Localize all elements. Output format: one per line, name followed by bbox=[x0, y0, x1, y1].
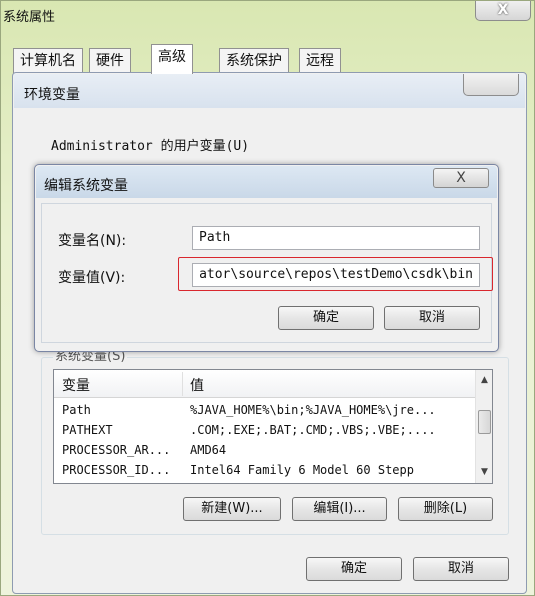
edit-variable-label: 编辑(I)... bbox=[313, 501, 366, 516]
row-value: .COM;.EXE;.BAT;.CMD;.VBS;.VBE;.... bbox=[190, 423, 436, 437]
table-row[interactable]: PATHEXT .COM;.EXE;.BAT;.CMD;.VBS;.VBE;..… bbox=[54, 420, 475, 440]
tab-system-protection[interactable]: 系统保护 bbox=[219, 48, 289, 73]
system-variables-list[interactable]: 变量 值 Path %JAVA_HOME%\bin;%JAVA_HOME%\jr… bbox=[53, 369, 493, 484]
edit-dialog-titlebar: 编辑系统变量 X bbox=[36, 166, 497, 198]
delete-variable-button[interactable]: 删除(L) bbox=[398, 497, 493, 521]
tab-advanced[interactable]: 高级 bbox=[151, 44, 193, 74]
table-row[interactable]: PROCESSOR_ID... Intel64 Family 6 Model 6… bbox=[54, 460, 475, 480]
delete-variable-label: 删除(L) bbox=[423, 501, 468, 516]
env-cancel-button[interactable]: 取消 bbox=[413, 557, 509, 581]
edit-cancel-button[interactable]: 取消 bbox=[384, 306, 480, 330]
row-value: %JAVA_HOME%\bin;%JAVA_HOME%\jre... bbox=[190, 403, 436, 417]
column-header-value[interactable]: 值 bbox=[190, 375, 204, 395]
scroll-up-icon[interactable]: ▲ bbox=[476, 372, 492, 389]
row-value: AMD64 bbox=[190, 443, 227, 457]
edit-variable-button[interactable]: 编辑(I)... bbox=[292, 497, 387, 521]
row-name: PROCESSOR_AR... bbox=[62, 443, 171, 457]
list-header: 变量 值 bbox=[54, 370, 475, 398]
env-ok-button[interactable]: 确定 bbox=[306, 557, 402, 581]
edit-ok-label: 确定 bbox=[312, 310, 339, 325]
env-close-button[interactable] bbox=[463, 74, 519, 96]
variable-name-input[interactable]: Path bbox=[192, 226, 480, 250]
scroll-thumb[interactable] bbox=[478, 410, 491, 434]
new-variable-button[interactable]: 新建(W)... bbox=[183, 497, 281, 521]
edit-dialog-title: 编辑系统变量 bbox=[44, 178, 128, 194]
variable-name-label: 变量名(N): bbox=[58, 233, 127, 249]
close-icon: X bbox=[497, 2, 509, 18]
close-icon: X bbox=[456, 170, 466, 186]
variable-value-label: 变量值(V): bbox=[58, 270, 126, 286]
row-value: Intel64 Family 6 Model 60 Stepp bbox=[190, 463, 414, 477]
system-properties-title: 系统属性 bbox=[3, 10, 56, 25]
env-titlebar: 环境变量 bbox=[14, 74, 525, 108]
tab-computer-name[interactable]: 计算机名 bbox=[13, 48, 83, 73]
column-separator[interactable] bbox=[182, 372, 183, 396]
column-header-variable[interactable]: 变量 bbox=[62, 375, 90, 395]
list-scrollbar[interactable]: ▲ ▼ bbox=[475, 370, 492, 483]
scroll-down-icon[interactable]: ▼ bbox=[476, 464, 492, 481]
table-row[interactable]: Path %JAVA_HOME%\bin;%JAVA_HOME%\jre... bbox=[54, 400, 475, 420]
row-name: PROCESSOR_ID... bbox=[62, 463, 171, 477]
env-title: 环境变量 bbox=[24, 87, 80, 103]
edit-cancel-label: 取消 bbox=[418, 310, 445, 325]
table-row[interactable]: PROCESSOR_AR... AMD64 bbox=[54, 440, 475, 460]
tab-remote[interactable]: 远程 bbox=[299, 48, 341, 73]
tab-hardware[interactable]: 硬件 bbox=[89, 48, 131, 73]
edit-ok-button[interactable]: 确定 bbox=[278, 306, 374, 330]
user-variables-label: Administrator 的用户变量(U) bbox=[51, 139, 250, 154]
new-variable-label: 新建(W)... bbox=[201, 501, 263, 516]
row-name: PATHEXT bbox=[62, 423, 113, 437]
edit-dialog-close-button[interactable]: X bbox=[433, 168, 489, 188]
row-name: Path bbox=[62, 403, 91, 417]
env-ok-label: 确定 bbox=[340, 561, 367, 576]
highlight-annotation bbox=[178, 257, 493, 291]
env-cancel-label: 取消 bbox=[447, 561, 474, 576]
system-properties-close-button[interactable]: X bbox=[475, 1, 531, 21]
